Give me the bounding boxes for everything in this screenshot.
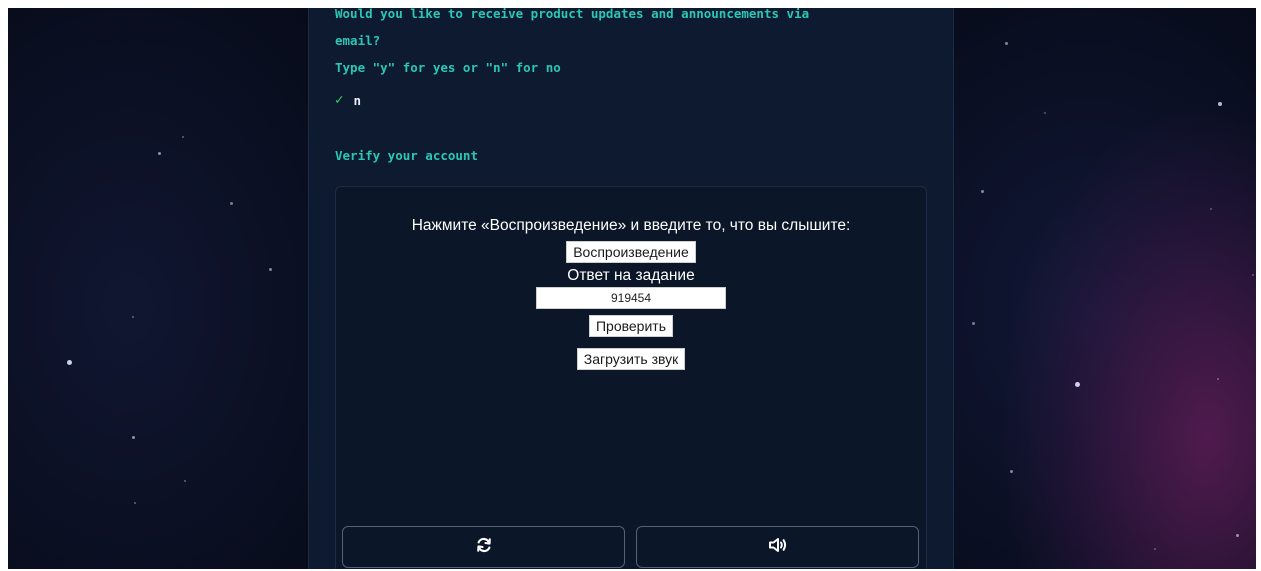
star — [132, 316, 134, 318]
refresh-captcha-button[interactable] — [342, 526, 625, 568]
star — [972, 322, 975, 325]
star — [1236, 534, 1239, 537]
email-updates-question: Would you like to receive product update… — [335, 8, 935, 81]
audio-challenge-button[interactable] — [636, 526, 919, 568]
audio-captcha: Нажмите «Воспроизведение» и введите то, … — [336, 215, 926, 370]
star — [134, 502, 136, 504]
answer-row: ✓ n — [335, 92, 361, 108]
answer-value: n — [353, 92, 361, 108]
download-audio-button[interactable]: Загрузить звук — [576, 348, 686, 370]
star — [1210, 208, 1212, 210]
star — [158, 152, 161, 155]
star — [981, 190, 984, 193]
star — [1044, 112, 1046, 114]
star — [230, 202, 233, 205]
speaker-icon — [768, 536, 788, 558]
star — [182, 136, 184, 138]
star — [1010, 470, 1013, 473]
star — [1217, 378, 1219, 380]
star — [184, 480, 186, 482]
star — [67, 360, 72, 365]
answer-label: Ответ на задание — [567, 267, 695, 284]
check-icon: ✓ — [335, 92, 344, 108]
star — [1005, 42, 1008, 45]
terminal-panel: Would you like to receive product update… — [308, 8, 954, 569]
page-viewport: Would you like to receive product update… — [8, 8, 1256, 569]
star — [269, 268, 272, 271]
captcha-instruction: Нажмите «Воспроизведение» и введите то, … — [411, 217, 851, 234]
question-line-2: email? — [335, 33, 381, 48]
star — [1075, 382, 1080, 387]
star — [1252, 274, 1254, 276]
refresh-icon — [475, 536, 493, 558]
star — [1154, 548, 1156, 550]
play-button[interactable]: Воспроизведение — [566, 241, 696, 263]
question-line-1: Would you like to receive product update… — [335, 8, 810, 21]
star — [1218, 102, 1222, 106]
verify-account-title: Verify your account — [335, 148, 478, 163]
question-hint: Type "y" for yes or "n" for no — [335, 60, 561, 75]
captcha-answer-input[interactable]: 919454 — [536, 287, 726, 309]
verify-button[interactable]: Проверить — [588, 315, 673, 337]
star — [132, 436, 135, 439]
captcha-frame: Нажмите «Воспроизведение» и введите то, … — [335, 186, 927, 569]
